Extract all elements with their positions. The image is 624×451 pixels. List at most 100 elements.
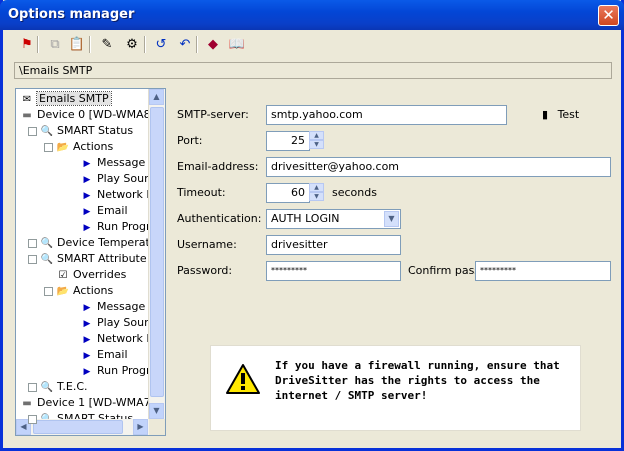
email-address-input[interactable]: drivesitter@yahoo.com (266, 157, 611, 177)
undo-all-icon[interactable]: ↶ (175, 34, 195, 54)
scroll-down-button[interactable]: ▼ (149, 403, 164, 419)
tree-item[interactable]: ✉ Emails SMTP (20, 91, 112, 107)
confirm-password-label: Confirm pass: (408, 264, 484, 277)
tree-item-label: Device 1 [WD-WMA7 (37, 396, 151, 409)
tree-item[interactable]: 🔍 T.E.C. (40, 379, 88, 395)
tree-item-label: Run Progr (97, 220, 151, 233)
username-label: Username: (177, 238, 237, 251)
password-input[interactable]: ********* (266, 261, 401, 281)
undo-icon[interactable]: ↺ (151, 34, 171, 54)
tree-item[interactable]: ▶ Play Soun (80, 315, 152, 331)
tree-item-label: Actions (73, 140, 114, 153)
expand-icon[interactable] (28, 383, 37, 392)
scroll-thumb[interactable] (150, 107, 164, 397)
tree-item[interactable]: ▶ Email (80, 203, 128, 219)
port-input[interactable]: 25 (266, 131, 310, 151)
tree-item-label: Play Soun (97, 172, 152, 185)
chevron-down-icon[interactable]: ▼ (384, 211, 399, 227)
scroll-corner (149, 419, 165, 435)
tree-item-label: SMART Attribute L (57, 252, 157, 265)
scroll-up-button[interactable]: ▲ (149, 89, 164, 105)
smtp-server-input[interactable]: smtp.yahoo.com (266, 105, 507, 125)
settings-icon[interactable]: ⚙ (122, 34, 142, 54)
arrow-icon: ▶ (83, 159, 91, 169)
timeout-spinner[interactable]: ▲ ▼ (309, 183, 324, 203)
arrow-icon: ▶ (83, 351, 91, 361)
port-label: Port: (177, 134, 203, 147)
magnifier-icon: 🔍 (40, 254, 54, 265)
options-tree[interactable]: 🔍SMART Status▬Device 1 [WD-WMA7🔍T.E.C.▶R… (15, 88, 166, 436)
expand-icon[interactable] (28, 239, 37, 248)
port-spinner[interactable]: ▲ ▼ (309, 131, 324, 151)
arrow-icon: ▶ (83, 367, 91, 377)
collapse-icon[interactable] (28, 255, 37, 264)
tree-item-label: Email (97, 348, 128, 361)
tree-item[interactable]: ▶ Message B (80, 299, 157, 315)
scroll-thumb-horizontal[interactable] (33, 420, 123, 434)
magnifier-icon: 🔍 (40, 238, 54, 249)
tree-item[interactable]: 🔍 SMART Attribute L (40, 251, 157, 267)
toolbar-separator (37, 36, 39, 53)
collapse-icon[interactable] (28, 127, 37, 136)
folder-icon: 📂 (56, 286, 70, 297)
checklist-icon: ☑ (58, 270, 68, 281)
collapse-icon[interactable] (44, 287, 53, 296)
tree-item-label: Overrides (73, 268, 127, 281)
tree-item[interactable]: ▶ Play Soun (80, 171, 152, 187)
toolbar-separator (144, 36, 146, 53)
tree-item-label: Email (97, 204, 128, 217)
spin-down-icon[interactable]: ▼ (309, 192, 324, 201)
collapse-icon[interactable] (28, 415, 37, 424)
arrow-icon: ▶ (83, 191, 91, 201)
warning-icon (226, 364, 260, 394)
tree-item[interactable]: ☑ Overrides (56, 267, 127, 283)
options-window: Options manager ✕ ⚑ ⧉ 📋 ✎ ⚙ ↺ ↶ ◆ 📖 \Emails SMTP… (0, 0, 624, 451)
help-book-icon[interactable]: ◆ (203, 34, 223, 54)
spin-up-icon[interactable]: ▲ (309, 131, 324, 140)
path-bar: \Emails SMTP (14, 62, 612, 79)
password-label: Password: (177, 264, 233, 277)
drive-icon: ▬ (22, 398, 32, 409)
tree-item-label: T.E.C. (57, 380, 88, 393)
edit-icon[interactable]: ✎ (97, 34, 117, 54)
title-bar[interactable]: Options manager ✕ (0, 0, 624, 30)
tree-item[interactable]: 🔍SMART Status (40, 123, 133, 139)
tree-item-label: Actions (73, 284, 114, 297)
tree-item[interactable]: ▶ Message B (80, 155, 157, 171)
username-input[interactable]: drivesitter (266, 235, 401, 255)
confirm-password-input[interactable]: ********* (475, 261, 611, 281)
collapse-icon[interactable] (44, 143, 53, 152)
arrow-icon: ▶ (83, 303, 91, 313)
email-address-label: Email-address: (177, 160, 259, 173)
timeout-unit: seconds (332, 186, 377, 199)
tree-item[interactable]: ▬ Device 1 [WD-WMA7 (20, 395, 151, 411)
arrow-icon: ▶ (83, 223, 91, 233)
authentication-value: AUTH LOGIN (271, 212, 340, 225)
tree-item[interactable]: 📂 Actions (56, 283, 113, 299)
scroll-right-button[interactable]: ▶ (133, 419, 148, 435)
tree-item[interactable]: ▶ Network M (80, 331, 156, 347)
book-icon[interactable]: 📖 (227, 34, 247, 54)
timeout-label: Timeout: (177, 186, 226, 199)
drive-icon: ▬ (22, 110, 32, 121)
spin-down-icon[interactable]: ▼ (309, 140, 324, 149)
close-button[interactable]: ✕ (598, 5, 619, 26)
flag-icon[interactable]: ⚑ (17, 34, 37, 54)
spin-up-icon[interactable]: ▲ (309, 183, 324, 192)
tree-item[interactable]: ▶ Run Progr (80, 219, 151, 235)
tree-item[interactable]: ▶ Email (80, 347, 128, 363)
test-button[interactable]: ▮ Test (542, 107, 602, 123)
timeout-input[interactable]: 60 (266, 183, 310, 203)
tree-item[interactable]: 📂 Actions (56, 139, 113, 155)
tree-item[interactable]: ▶ Run Progr (80, 363, 151, 379)
toolbar-separator (89, 36, 91, 53)
tree-item[interactable]: 🔍 Device Temperatu (40, 235, 157, 251)
tree-item-label: Play Soun (97, 316, 152, 329)
tree-item[interactable]: ▬ Device 0 [WD-WMA8 (20, 107, 150, 123)
authentication-select[interactable]: AUTH LOGIN ▼ (266, 209, 401, 229)
arrow-icon: ▶ (83, 175, 91, 185)
window-title: Options manager (8, 7, 135, 22)
warning-text: If you have a firewall running, ensure t… (275, 359, 560, 402)
tree-vertical-scrollbar[interactable]: ▲ ▼ (148, 89, 165, 419)
tree-item[interactable]: ▶ Network M (80, 187, 156, 203)
